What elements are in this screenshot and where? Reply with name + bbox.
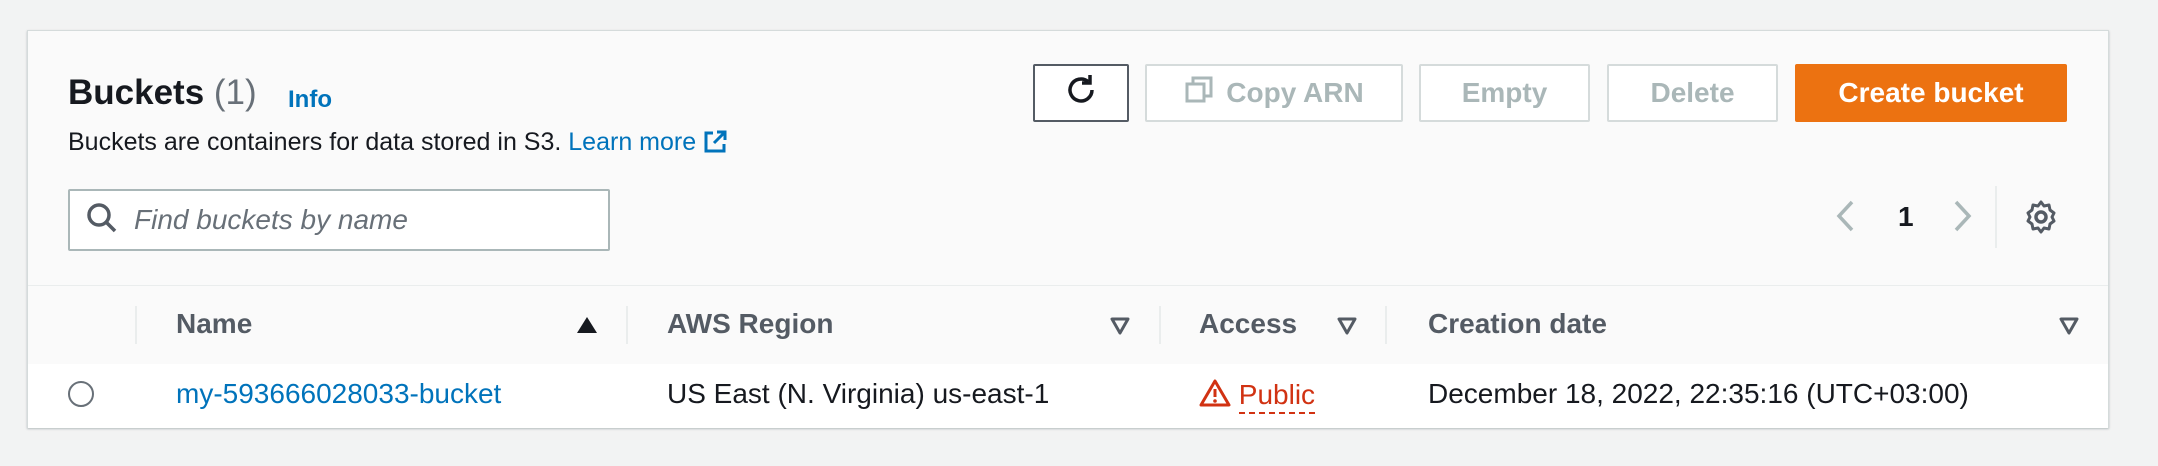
learn-more-link[interactable]: Learn more — [568, 128, 728, 156]
column-header-creation-date[interactable]: Creation date — [1428, 308, 1607, 340]
column-divider — [1385, 306, 1387, 344]
row-select-radio[interactable] — [68, 381, 94, 407]
column-header-access[interactable]: Access — [1199, 308, 1297, 340]
search-input[interactable] — [132, 203, 608, 237]
title-text: Buckets — [68, 73, 205, 112]
access-status-public[interactable]: Public — [1238, 379, 1316, 414]
current-page-number[interactable]: 1 — [1898, 201, 1914, 233]
bucket-name-text: my-593666028033-bucket — [176, 378, 502, 409]
search-field[interactable] — [68, 189, 610, 251]
column-divider — [626, 306, 628, 344]
column-divider — [1159, 306, 1161, 344]
copy-arn-label: Copy ARN — [1226, 77, 1364, 108]
column-header-region[interactable]: AWS Region — [667, 308, 833, 340]
refresh-button[interactable] — [1033, 64, 1129, 122]
bucket-access: Public — [1199, 378, 1316, 415]
panel-description: Buckets are containers for data stored i… — [68, 128, 728, 162]
create-bucket-button[interactable]: Create bucket — [1795, 64, 2067, 122]
description-text: Buckets are containers for data stored i… — [68, 128, 562, 156]
column-divider — [135, 306, 137, 344]
bucket-count: (1) — [213, 73, 257, 112]
copy-icon — [1184, 75, 1214, 112]
sort-ascending-icon[interactable] — [576, 314, 598, 341]
bucket-name-link[interactable]: my-593666028033-bucket — [176, 378, 501, 410]
gear-icon[interactable] — [2023, 199, 2059, 240]
bucket-region: US East (N. Virginia) us-east-1 — [667, 378, 1050, 409]
search-icon — [86, 202, 118, 239]
delete-button[interactable]: Delete — [1607, 64, 1778, 122]
external-link-icon — [702, 129, 728, 162]
info-link[interactable]: Info — [288, 86, 332, 114]
copy-arn-button[interactable]: Copy ARN — [1145, 64, 1403, 122]
sort-icon[interactable] — [2058, 314, 2080, 341]
learn-more-label: Learn more — [568, 128, 697, 156]
page-title: Buckets (1) — [68, 73, 257, 113]
sort-icon[interactable] — [1109, 314, 1131, 341]
pager-divider — [1995, 186, 1997, 248]
table-header: Name AWS Region Access Creation date — [28, 285, 2108, 365]
warning-icon — [1199, 378, 1231, 415]
column-header-name[interactable]: Name — [176, 308, 252, 340]
next-page-icon[interactable] — [1950, 198, 1974, 239]
previous-page-icon[interactable] — [1834, 198, 1858, 239]
bucket-creation-date: December 18, 2022, 22:35:16 (UTC+03:00) — [1428, 378, 1969, 409]
refresh-icon — [1063, 72, 1099, 115]
empty-button[interactable]: Empty — [1419, 64, 1590, 122]
sort-icon[interactable] — [1336, 314, 1358, 341]
buckets-panel: Buckets (1) Info Buckets are containers … — [27, 30, 2109, 428]
table-row: my-593666028033-bucket US East (N. Virgi… — [28, 364, 2108, 428]
